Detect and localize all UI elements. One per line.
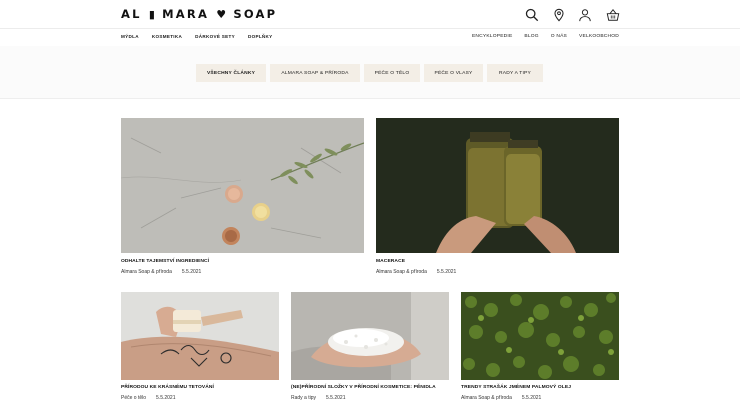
article-category[interactable]: Péče o tělo — [121, 395, 146, 401]
logo-text-right: SOAP — [233, 7, 278, 21]
nav-item-velkoobchod[interactable]: VELKOOBCHOD — [579, 34, 619, 39]
article-title[interactable]: ODHALTE TAJEMSTVÍ INGREDIENCÍ — [121, 259, 209, 264]
article-category[interactable]: Almara Soap & příroda — [376, 269, 427, 275]
nav-item-encyklopedie[interactable]: ENCYKLOPEDIE — [472, 34, 512, 39]
nav-item-blog[interactable]: BLOG — [524, 34, 538, 39]
article-category[interactable]: Rady a tipy — [291, 395, 316, 401]
main-navigation: MÝDLA KOSMETIKA DÁRKOVÉ SETY DOPLŇKY ENC… — [0, 28, 740, 46]
logo-text-left: AL — [121, 7, 142, 21]
blog-category-filters: VŠECHNY ČLÁNKY ALMARA SOAP & PŘÍRODA PÉČ… — [196, 64, 543, 82]
basket-icon[interactable] — [606, 8, 620, 22]
site-header: AL ▮ MARA ♥ SOAP — [0, 0, 740, 28]
article-category[interactable]: Almara Soap & příroda — [461, 395, 512, 401]
article-meta: Péče o tělo 5.5.2021 — [121, 395, 176, 401]
article-image-foam[interactable] — [291, 292, 449, 380]
heart-icon: ♥ — [216, 8, 227, 21]
article-card[interactable]: TRENDY STRAŠÁK JMÉNEM PALMOVÝ OLEJ Almar… — [461, 292, 619, 404]
article-title[interactable]: (NE)PŘÍRODNÍ SLOŽKY V PŘÍRODNÍ KOSMETICE… — [291, 385, 436, 390]
nav-item-darkove-sety[interactable]: DÁRKOVÉ SETY — [195, 34, 235, 39]
secondary-nav: ENCYKLOPEDIE BLOG O NÁS VELKOOBCHOD — [460, 34, 619, 39]
filter-pece-o-telo[interactable]: PÉČE O TĚLO — [364, 64, 420, 82]
article-meta: Rady a tipy 5.5.2021 — [291, 395, 345, 401]
article-meta: Almara Soap & příroda 5.5.2021 — [121, 269, 201, 275]
article-card[interactable]: (NE)PŘÍRODNÍ SLOŽKY V PŘÍRODNÍ KOSMETICE… — [291, 292, 449, 404]
filter-rady-a-tipy[interactable]: RADY A TIPY — [487, 64, 543, 82]
user-icon[interactable] — [578, 8, 592, 22]
blog-filter-band: VŠECHNY ČLÁNKY ALMARA SOAP & PŘÍRODA PÉČ… — [0, 46, 740, 99]
article-image-palm-oil[interactable] — [461, 292, 619, 380]
article-card[interactable]: ODHALTE TAJEMSTVÍ INGREDIENCÍ Almara Soa… — [121, 118, 364, 278]
article-date: 5.5.2021 — [436, 269, 457, 275]
article-image-tattoo[interactable] — [121, 292, 279, 380]
nav-item-mydla[interactable]: MÝDLA — [121, 34, 139, 39]
article-card[interactable]: MACERACE Almara Soap & příroda 5.5.2021 — [376, 118, 619, 278]
filter-all-articles[interactable]: VŠECHNY ČLÁNKY — [196, 64, 266, 82]
nav-item-o-nas[interactable]: O NÁS — [551, 34, 567, 39]
logo-text-mid: MARA — [162, 7, 210, 21]
article-meta: Almara Soap & příroda 5.5.2021 — [461, 395, 541, 401]
article-date: 5.5.2021 — [181, 269, 202, 275]
location-pin-icon[interactable] — [552, 8, 566, 22]
article-image-maceration[interactable] — [376, 118, 619, 253]
site-logo[interactable]: AL ▮ MARA ♥ SOAP — [121, 7, 278, 22]
article-date: 5.5.2021 — [521, 395, 542, 401]
article-meta: Almara Soap & příroda 5.5.2021 — [376, 269, 456, 275]
article-title[interactable]: PŘÍRODOU KE KRÁSNÉMU TETOVÁNÍ — [121, 385, 214, 390]
filter-pece-o-vlasy[interactable]: PÉČE O VLASY — [424, 64, 483, 82]
logo-heart-icon: ▮ — [148, 8, 155, 21]
article-category[interactable]: Almara Soap & příroda — [121, 269, 172, 275]
category-nav: MÝDLA KOSMETIKA DÁRKOVÉ SETY DOPLŇKY — [121, 34, 286, 39]
article-title[interactable]: MACERACE — [376, 259, 405, 264]
filter-almara-soap-priroda[interactable]: ALMARA SOAP & PŘÍRODA — [270, 64, 360, 82]
nav-item-doplnky[interactable]: DOPLŇKY — [248, 34, 273, 39]
search-icon[interactable] — [525, 8, 539, 22]
nav-item-kosmetika[interactable]: KOSMETIKA — [152, 34, 182, 39]
article-date: 5.5.2021 — [326, 395, 346, 401]
article-image-ingredients[interactable] — [121, 118, 364, 253]
article-card[interactable]: PŘÍRODOU KE KRÁSNÉMU TETOVÁNÍ Péče o těl… — [121, 292, 279, 404]
article-date: 5.5.2021 — [156, 395, 176, 401]
article-title[interactable]: TRENDY STRAŠÁK JMÉNEM PALMOVÝ OLEJ — [461, 385, 571, 390]
